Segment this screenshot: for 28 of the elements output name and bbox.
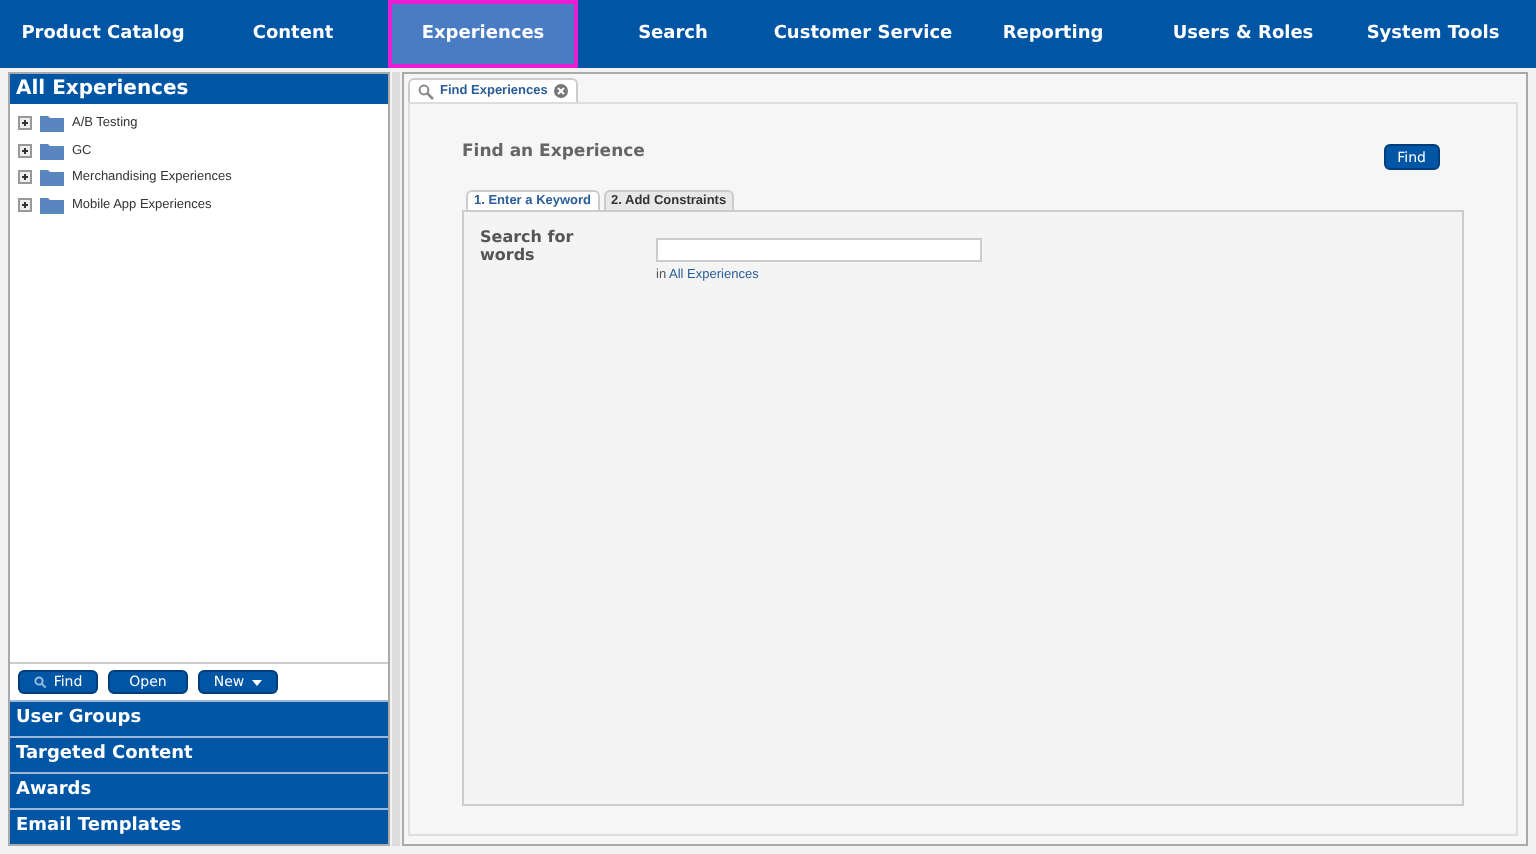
expand-icon[interactable] [18,197,32,212]
nav-tab[interactable]: Experiences [388,0,578,68]
search-field[interactable] [656,237,982,261]
search-icon [33,676,46,688]
caret-icon [252,679,263,685]
close-icon[interactable] [553,84,568,98]
nav-tab[interactable]: System Tools [1338,0,1528,68]
section-heading: Find an Experience [462,141,645,161]
field-label: Search for words [480,228,576,268]
expand-icon[interactable] [18,116,32,131]
nav-tab[interactable]: Reporting [958,0,1148,68]
search-icon [418,83,434,99]
folder-icon [40,114,64,133]
accordion-header[interactable]: Targeted Content [10,736,388,772]
accordion-header[interactable]: Email Templates [10,808,388,844]
folder-icon [40,195,64,214]
nav-tab[interactable]: Search [578,0,768,68]
expand-icon[interactable] [18,143,32,158]
nav-tab[interactable]: Product Catalog [8,0,198,68]
nav-tab[interactable]: Customer Service [768,0,958,68]
folder-icon [40,168,64,187]
folder-icon [40,141,64,160]
accordion-header[interactable]: Awards [10,772,388,808]
expand-icon[interactable] [18,170,32,185]
nav-tab[interactable]: Content [198,0,388,68]
accordion-header[interactable]: User Groups [10,700,388,736]
nav-tab[interactable]: Users & Roles [1148,0,1338,68]
panel-header: All Experiences [10,74,388,104]
